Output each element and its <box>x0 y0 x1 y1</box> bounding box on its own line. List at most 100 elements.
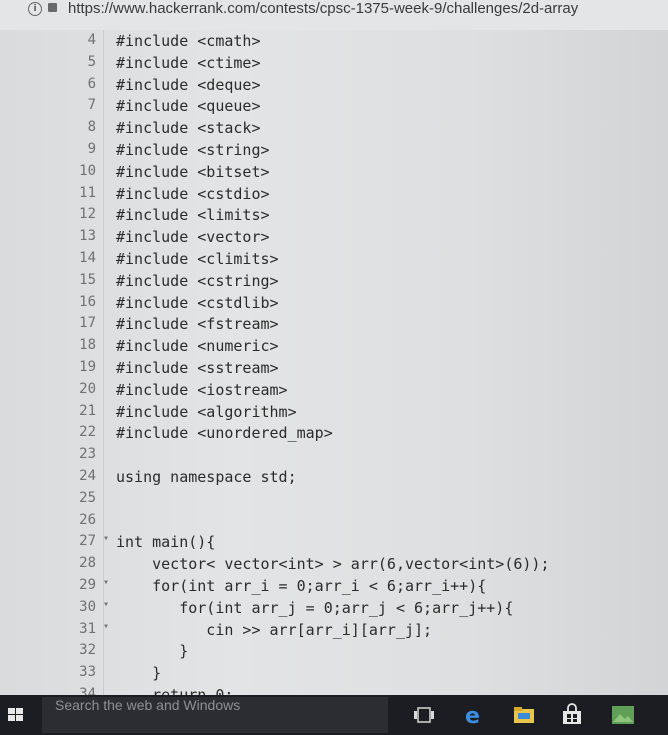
fold-arrow-icon[interactable]: ▾ <box>103 533 109 544</box>
code-text: #include <string> <box>116 141 270 159</box>
code-text: #include <numeric> <box>116 337 279 356</box>
line-number: 18 <box>79 337 96 354</box>
windows-start-icon[interactable] <box>8 708 24 722</box>
code-line[interactable]: 26 <box>0 512 668 533</box>
code-line[interactable]: 33 } <box>0 664 668 685</box>
code-line[interactable]: 5 #include <ctime> <box>0 54 668 75</box>
code-text: #include <cmath> <box>116 32 261 50</box>
code-text: #include <stack> <box>116 119 261 138</box>
code-text: int main(){ <box>116 533 216 552</box>
code-line[interactable]: 23 <box>0 446 668 467</box>
line-number: 17 <box>79 315 96 332</box>
code-text: #include <algorithm> <box>116 402 297 421</box>
code-line[interactable]: 18 #include <numeric> <box>0 337 668 358</box>
file-explorer-icon[interactable] <box>512 703 536 727</box>
line-number: 28 <box>79 555 96 572</box>
code-line[interactable]: 19 #include <sstream> <box>0 359 668 380</box>
code-text: using namespace std; <box>116 468 297 486</box>
url-text[interactable]: https://www.hackerrank.com/contests/cpsc… <box>68 0 578 28</box>
code-text: #include <ctime> <box>116 53 261 72</box>
code-line[interactable]: 15 #include <cstring> <box>0 272 668 293</box>
code-line[interactable]: 32 } <box>0 642 668 663</box>
code-text: #include <cstdio> <box>116 184 270 203</box>
line-number: 24 <box>79 468 96 484</box>
line-number: 25 <box>79 489 96 506</box>
line-number: 4 <box>87 32 96 48</box>
line-number: 21 <box>79 402 96 419</box>
line-number: 5 <box>87 53 96 70</box>
code-text: #include <cstdlib> <box>116 293 279 312</box>
code-text: #include <limits> <box>116 206 270 225</box>
line-number: 27 <box>79 533 96 550</box>
line-number: 20 <box>79 380 96 397</box>
code-line[interactable]: 29 ▾ for(int arr_i = 0;arr_i < 6;arr_i++)… <box>0 577 668 598</box>
code-text: } <box>116 642 189 661</box>
taskbar: Search the web and Windows e <box>0 695 668 735</box>
line-number: 23 <box>79 446 96 463</box>
address-bar[interactable]: i https://www.hackerrank.com/contests/cp… <box>0 0 668 31</box>
code-text: #include <queue> <box>116 97 261 116</box>
line-number: 14 <box>79 250 96 266</box>
code-text: #include <bitset> <box>116 162 270 181</box>
line-number: 8 <box>87 119 96 136</box>
code-line[interactable]: 24 using namespace std; <box>0 468 668 489</box>
line-number: 19 <box>79 359 96 375</box>
svg-text:e: e <box>465 704 480 727</box>
code-text: #include <fstream> <box>116 315 279 334</box>
line-number: 11 <box>79 184 96 201</box>
code-text: for(int arr_i = 0;arr_i < 6;arr_i++){ <box>116 577 487 595</box>
code-text: cin >> arr[arr_i][arr_j]; <box>116 620 433 639</box>
code-text: for(int arr_j = 0;arr_j < 6;arr_j++){ <box>116 598 514 617</box>
fold-arrow-icon[interactable]: ▾ <box>103 599 109 610</box>
info-icon[interactable]: i <box>28 2 42 16</box>
code-line[interactable]: 27 ▾ int main(){ <box>0 533 668 554</box>
code-line[interactable]: 13 #include <vector> <box>0 228 668 249</box>
code-line[interactable]: 31 ▾ cin >> arr[arr_i][arr_j]; <box>0 621 668 642</box>
code-line[interactable]: 10 #include <bitset> <box>0 163 668 184</box>
code-line[interactable]: 11 #include <cstdio> <box>0 185 668 206</box>
code-editor[interactable]: 4 #include <cmath> 5 #include <ctime> 6 #incl… <box>0 30 668 704</box>
code-line[interactable]: 22 #include <unordered_map> <box>0 424 668 445</box>
line-number: 9 <box>87 141 96 157</box>
code-line[interactable]: 17 #include <fstream> <box>0 315 668 336</box>
line-number: 15 <box>79 271 96 288</box>
line-number: 7 <box>87 97 96 114</box>
code-text: #include <deque> <box>116 75 261 94</box>
photos-icon[interactable] <box>611 703 635 727</box>
search-placeholder: Search the web and Windows <box>55 697 241 713</box>
edge-icon[interactable]: e <box>463 703 487 727</box>
store-icon[interactable] <box>560 703 584 727</box>
code-text: vector< vector<int> > arr(6,vector<int>(… <box>116 555 550 574</box>
code-line[interactable]: 21 #include <algorithm> <box>0 403 668 424</box>
code-text: #include <unordered_map> <box>116 424 333 443</box>
code-line[interactable]: 14 #include <climits> <box>0 250 668 271</box>
line-number: 16 <box>79 293 96 310</box>
code-line[interactable]: 8 #include <stack> <box>0 119 668 140</box>
code-line[interactable]: 12 #include <limits> <box>0 206 668 227</box>
line-number: 22 <box>79 424 96 441</box>
code-line[interactable]: 7 #include <queue> <box>0 97 668 118</box>
code-text: } <box>116 664 162 683</box>
line-number: 12 <box>79 206 96 223</box>
taskbar-search-box[interactable]: Search the web and Windows <box>42 697 388 733</box>
code-line[interactable]: 9 #include <string> <box>0 141 668 162</box>
code-line[interactable]: 25 <box>0 490 668 511</box>
code-text: #include <iostream> <box>116 380 288 399</box>
fold-arrow-icon[interactable]: ▾ <box>103 577 109 588</box>
lock-icon <box>48 3 57 12</box>
line-number: 6 <box>87 75 96 92</box>
fold-arrow-icon[interactable]: ▾ <box>103 621 109 632</box>
task-view-icon[interactable] <box>412 703 436 727</box>
code-text: #include <climits> <box>116 250 279 268</box>
line-number: 31 <box>79 620 96 637</box>
code-line[interactable]: 28 vector< vector<int> > arr(6,vector<in… <box>0 555 668 576</box>
code-line[interactable]: 6 #include <deque> <box>0 76 668 97</box>
line-number: 29 <box>79 577 96 593</box>
code-line[interactable]: 20 #include <iostream> <box>0 381 668 402</box>
code-text: #include <sstream> <box>116 359 279 377</box>
code-line[interactable]: 30 ▾ for(int arr_j = 0;arr_j < 6;arr_j++)… <box>0 599 668 620</box>
code-line[interactable]: 4 #include <cmath> <box>0 32 668 53</box>
code-text: #include <vector> <box>116 228 270 247</box>
code-line[interactable]: 16 #include <cstdlib> <box>0 294 668 315</box>
line-number: 30 <box>79 598 96 615</box>
